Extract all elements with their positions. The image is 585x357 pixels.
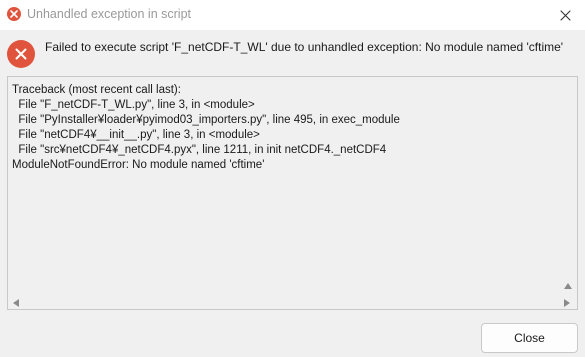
window-title: Unhandled exception in script [27,7,191,21]
traceback-line: Traceback (most recent call last): [12,84,181,96]
scroll-right-arrow-icon[interactable] [563,299,571,307]
error-icon [7,40,35,68]
title-bar: Unhandled exception in script [0,0,585,30]
horizontal-scrollbar[interactable] [8,297,577,309]
exception-dialog: Unhandled exception in script Failed to … [0,0,585,357]
traceback-line: ModuleNotFoundError: No module named 'cf… [12,159,265,171]
traceback-line: File "F_netCDF-T_WL.py", line 3, in <mod… [12,99,255,111]
scroll-left-arrow-icon[interactable] [12,299,20,307]
traceback-line: File "netCDF4¥__init__.py", line 3, in <… [12,129,260,141]
scroll-up-arrow-icon[interactable] [564,282,572,290]
close-button[interactable]: Close [481,323,578,353]
error-message: Failed to execute script 'F_netCDF-T_WL'… [45,40,564,54]
traceback-line: File "src¥netCDF4¥_netCDF4.pyx", line 12… [12,144,387,156]
traceback-text[interactable]: Traceback (most recent call last): File … [12,83,400,173]
traceback-text-area[interactable]: Traceback (most recent call last): File … [7,76,578,310]
error-icon [7,7,21,21]
traceback-line: File "PyInstaller¥loader¥pyimod03_import… [12,114,400,126]
close-icon[interactable] [556,6,574,24]
